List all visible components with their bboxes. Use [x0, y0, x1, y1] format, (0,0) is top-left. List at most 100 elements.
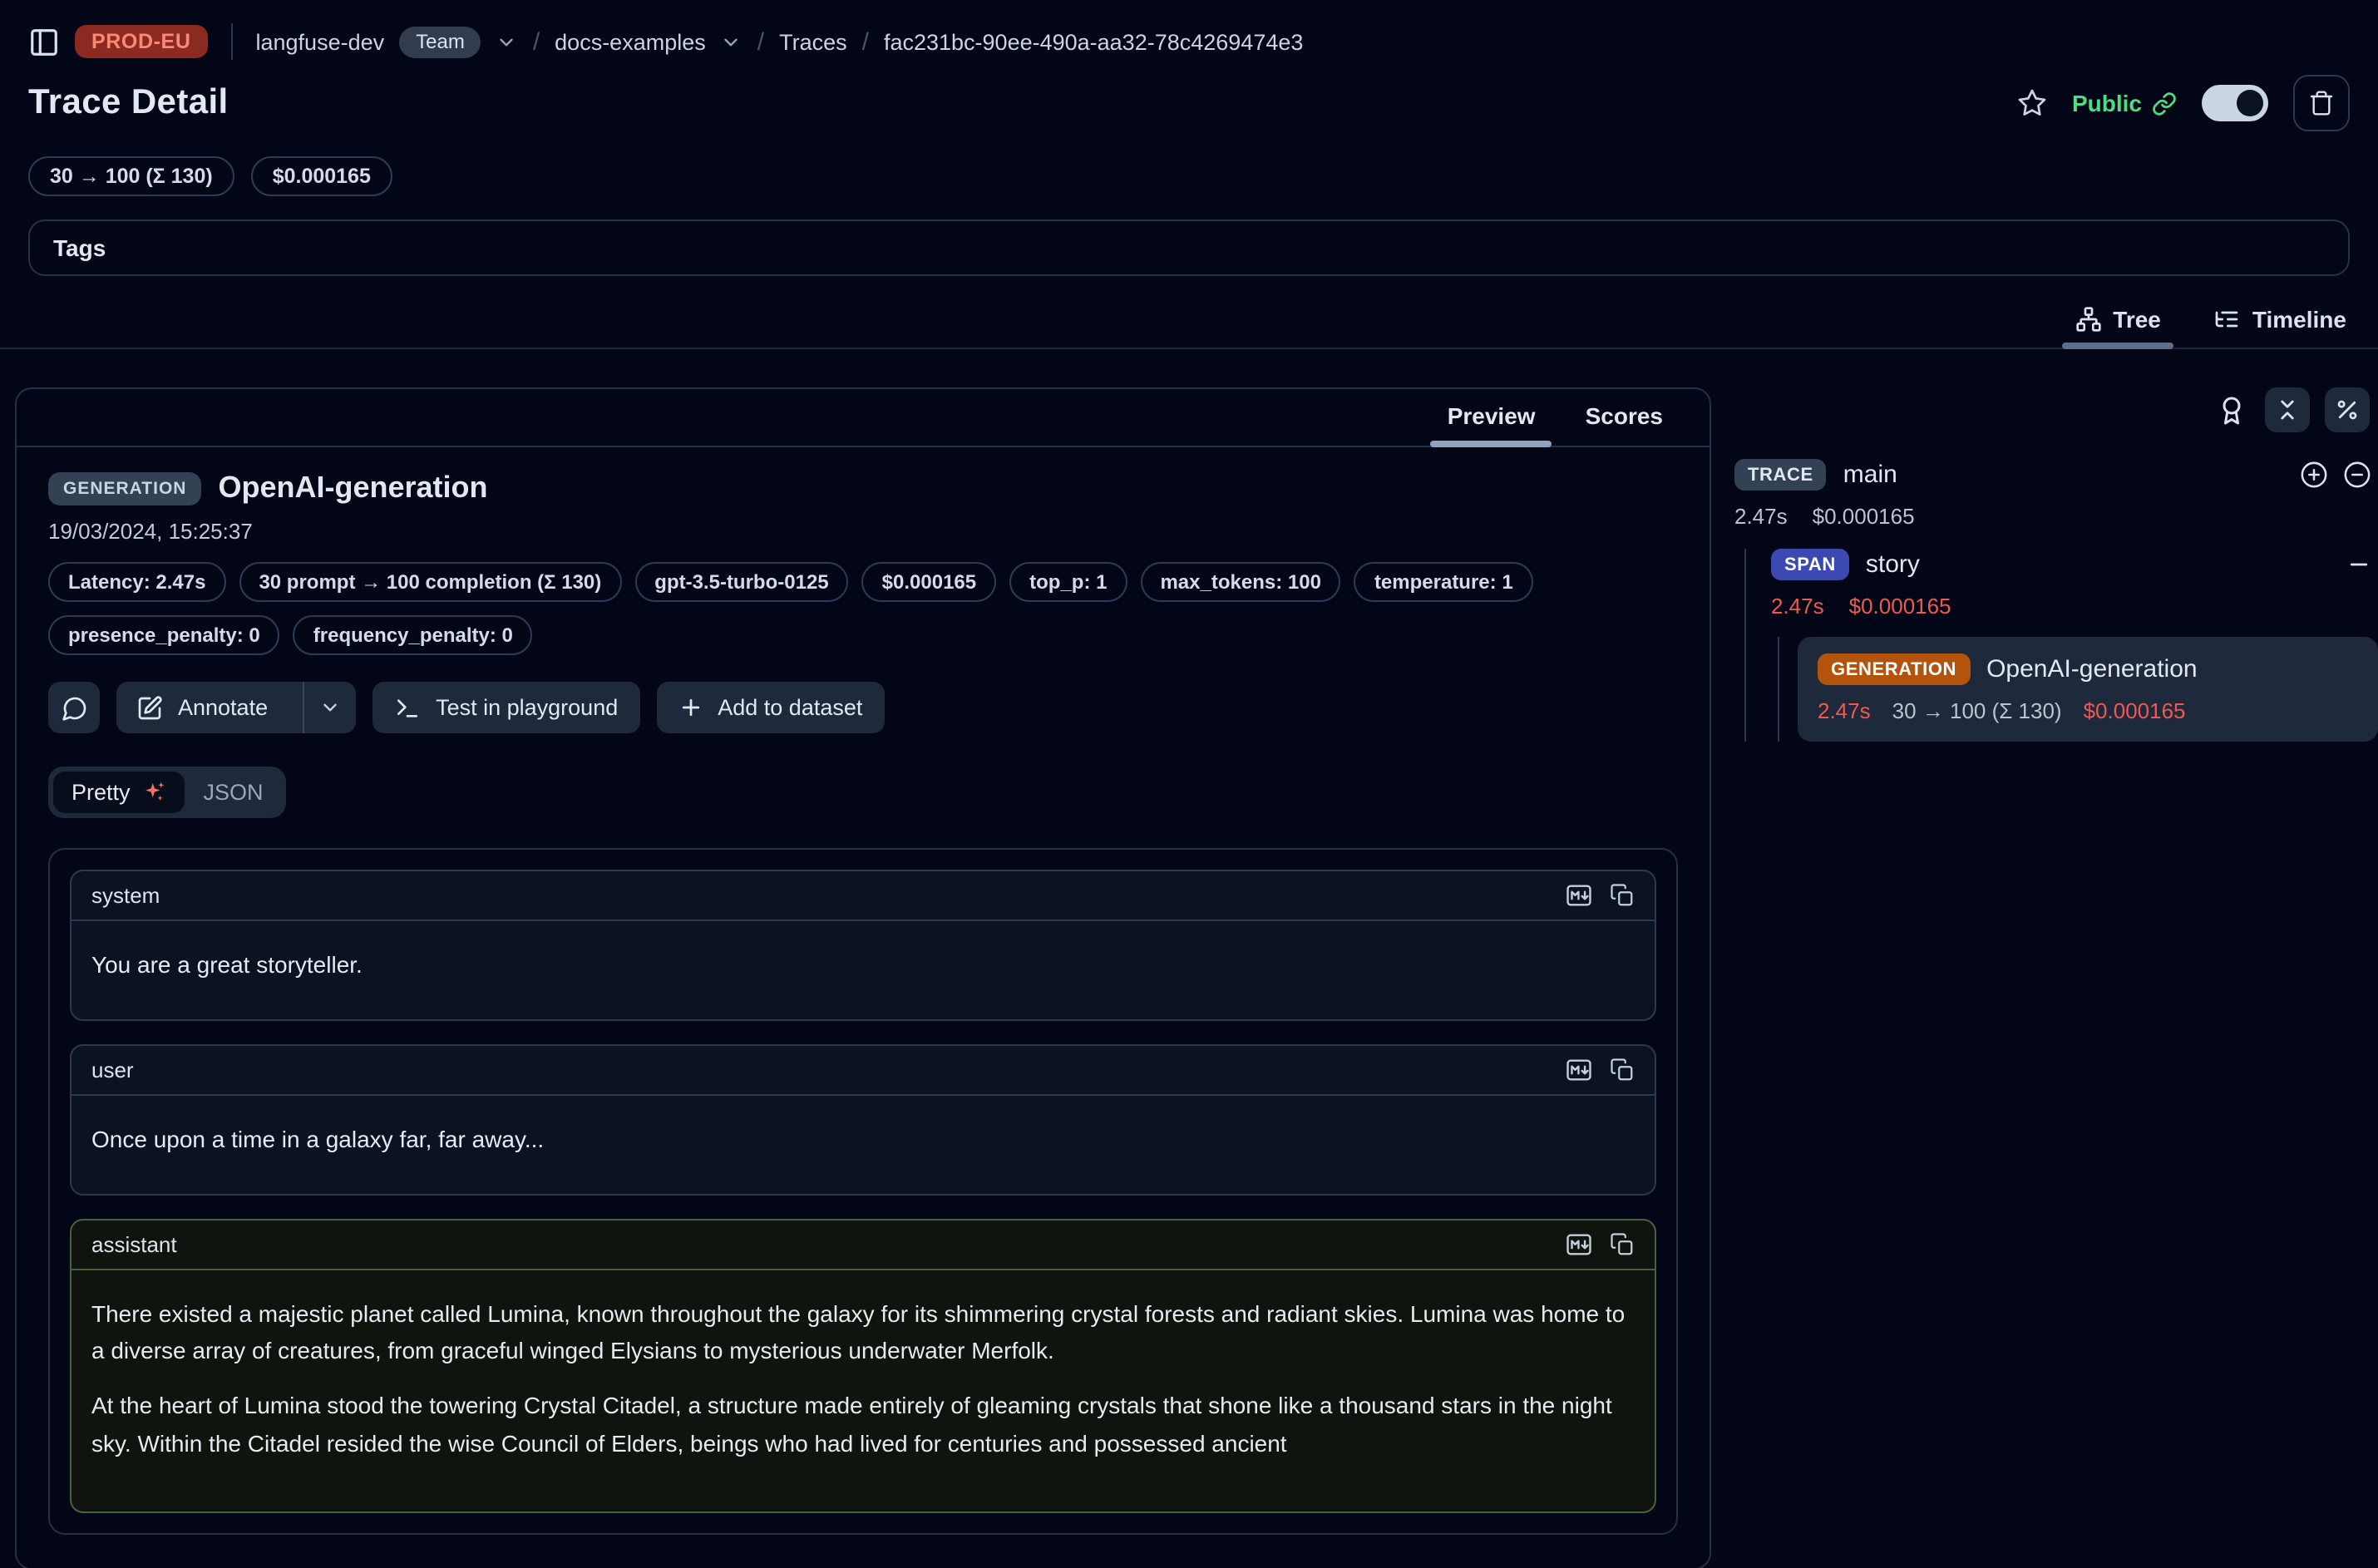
- star-icon[interactable]: [2017, 88, 2047, 118]
- observation-header: GENERATION OpenAI-generation: [48, 471, 1678, 505]
- main-content: Preview Scores GENERATION OpenAI-generat…: [0, 387, 2378, 1568]
- trash-icon: [2308, 90, 2335, 116]
- add-to-dataset-label: Add to dataset: [718, 695, 862, 720]
- trace-children: SPAN story 2.47s $0.000165: [1744, 549, 2378, 742]
- tab-tree-label: Tree: [2113, 306, 2161, 333]
- message-content: There existed a majestic planet called L…: [72, 1270, 1655, 1511]
- tree-icon: [2075, 306, 2101, 333]
- add-to-dataset-button[interactable]: Add to dataset: [656, 682, 884, 733]
- collapse-all-button[interactable]: [2265, 387, 2310, 432]
- breadcrumb-separator: /: [757, 27, 764, 56]
- tab-tree[interactable]: Tree: [2071, 299, 2164, 348]
- environment-badge[interactable]: PROD-EU: [75, 25, 208, 58]
- tree-node-trace[interactable]: TRACE main: [1734, 459, 2378, 491]
- observation-pills-row-2: presence_penalty: 0 frequency_penalty: 0: [48, 615, 1678, 655]
- comment-button[interactable]: [48, 682, 100, 733]
- markdown-toggle-icon[interactable]: [1565, 1056, 1593, 1084]
- actions-row: Annotate Test in playground: [48, 682, 1678, 733]
- chevron-down-icon[interactable]: [496, 31, 518, 52]
- chevron-down-icon[interactable]: [721, 31, 743, 52]
- trace-cost: $0.000165: [1813, 504, 1915, 529]
- breadcrumb-separator: /: [862, 27, 869, 56]
- trace-latency: 2.47s: [1734, 504, 1788, 529]
- span-name: story: [1866, 550, 1920, 579]
- collapse-node-icon[interactable]: [2343, 461, 2371, 489]
- generation-cost: $0.000165: [2084, 698, 2186, 723]
- trace-name: main: [1843, 461, 1897, 489]
- tree-node-generation-selected[interactable]: GENERATION OpenAI-generation 2.47s 30 → …: [1798, 637, 2378, 742]
- edit-icon: [136, 694, 163, 721]
- copy-icon[interactable]: [1610, 1232, 1635, 1257]
- minus-icon[interactable]: [2346, 552, 2371, 577]
- breadcrumb-project[interactable]: docs-examples: [555, 29, 706, 54]
- message-header: user: [72, 1046, 1655, 1096]
- message-role: user: [91, 1058, 134, 1082]
- format-pretty-segment[interactable]: Pretty: [53, 772, 185, 813]
- public-link[interactable]: Public: [2072, 90, 2177, 116]
- model-badge[interactable]: gpt-3.5-turbo-0125: [634, 562, 848, 602]
- plus-icon: [678, 695, 703, 720]
- message-content: Once upon a time in a galaxy far, far aw…: [72, 1096, 1655, 1194]
- sidebar-toggle-icon[interactable]: [28, 26, 60, 57]
- top-p-badge: top_p: 1: [1009, 562, 1127, 602]
- tab-scores[interactable]: Scores: [1582, 389, 1666, 446]
- top-bar: PROD-EU langfuse-dev Team / docs-example…: [0, 0, 2378, 63]
- title-row: Trace Detail Public: [0, 75, 2378, 131]
- message-content: You are a great storyteller.: [72, 921, 1655, 1019]
- award-icon[interactable]: [2217, 395, 2247, 425]
- markdown-toggle-icon[interactable]: [1565, 1230, 1593, 1259]
- org-type-badge: Team: [399, 26, 481, 57]
- max-tokens-badge: max_tokens: 100: [1140, 562, 1340, 602]
- tags-input[interactable]: Tags: [28, 219, 2350, 276]
- card-body: GENERATION OpenAI-generation 19/03/2024,…: [17, 447, 1709, 1534]
- message-role: assistant: [91, 1232, 177, 1257]
- breadcrumb-traces[interactable]: Traces: [779, 29, 847, 54]
- span-metrics: 2.47s $0.000165: [1771, 594, 2378, 619]
- observation-pills-row-1: Latency: 2.47s 30 prompt → 100 completio…: [48, 562, 1678, 602]
- annotate-split-button: Annotate: [116, 682, 356, 733]
- annotate-dropdown-button[interactable]: [303, 682, 356, 733]
- format-json-segment[interactable]: JSON: [185, 772, 282, 813]
- copy-icon[interactable]: [1610, 883, 1635, 908]
- tab-preview[interactable]: Preview: [1444, 389, 1539, 446]
- observation-type-badge: GENERATION: [48, 471, 201, 505]
- trace-badges-row: 30 → 100 (Σ 130) $0.000165: [0, 131, 2378, 196]
- message-role: system: [91, 883, 160, 908]
- trace-type-badge: TRACE: [1734, 459, 1827, 491]
- page-title: Trace Detail: [28, 83, 229, 123]
- tab-timeline[interactable]: Timeline: [2211, 299, 2350, 348]
- temperature-badge: temperature: 1: [1354, 562, 1533, 602]
- cost-badge: $0.000165: [862, 562, 996, 602]
- generation-type-badge: GENERATION: [1818, 653, 1970, 685]
- observation-name: OpenAI-generation: [218, 471, 487, 505]
- message-assistant: assistant There existed: [70, 1219, 1656, 1512]
- breadcrumb-org[interactable]: langfuse-dev: [256, 29, 385, 54]
- presence-penalty-badge: presence_penalty: 0: [48, 615, 280, 655]
- sparkles-icon: [142, 780, 167, 805]
- message-header: assistant: [72, 1220, 1655, 1270]
- test-in-playground-button[interactable]: Test in playground: [372, 682, 639, 733]
- tree-panel-toolbar: [1734, 387, 2378, 432]
- annotate-button[interactable]: Annotate: [116, 682, 288, 733]
- markdown-toggle-icon[interactable]: [1565, 881, 1593, 910]
- public-label: Public: [2072, 90, 2142, 116]
- message-user: user Once upon a time in: [70, 1044, 1656, 1196]
- comment-icon: [61, 694, 87, 721]
- annotate-label: Annotate: [178, 695, 268, 720]
- show-percentages-button[interactable]: [2325, 387, 2370, 432]
- link-icon: [2152, 91, 2177, 116]
- trace-tree-panel: TRACE main 2.47s $0.000165: [1711, 387, 2378, 742]
- tree-node-span[interactable]: SPAN story 2.47s $0.000165: [1771, 549, 2378, 742]
- span-type-badge: SPAN: [1771, 549, 1849, 580]
- tags-label: Tags: [53, 234, 106, 261]
- expand-all-icon[interactable]: [2300, 461, 2328, 489]
- public-toggle[interactable]: [2202, 85, 2268, 121]
- breadcrumb-divider: [231, 23, 233, 60]
- copy-icon[interactable]: [1610, 1058, 1635, 1082]
- delete-trace-button[interactable]: [2293, 75, 2350, 131]
- observation-card: Preview Scores GENERATION OpenAI-generat…: [15, 387, 1711, 1568]
- generation-name: OpenAI-generation: [1986, 655, 2198, 683]
- generation-tokens: 30 → 100 (Σ 130): [1892, 698, 2062, 723]
- chevron-down-icon: [319, 697, 341, 718]
- message-header: system: [72, 871, 1655, 921]
